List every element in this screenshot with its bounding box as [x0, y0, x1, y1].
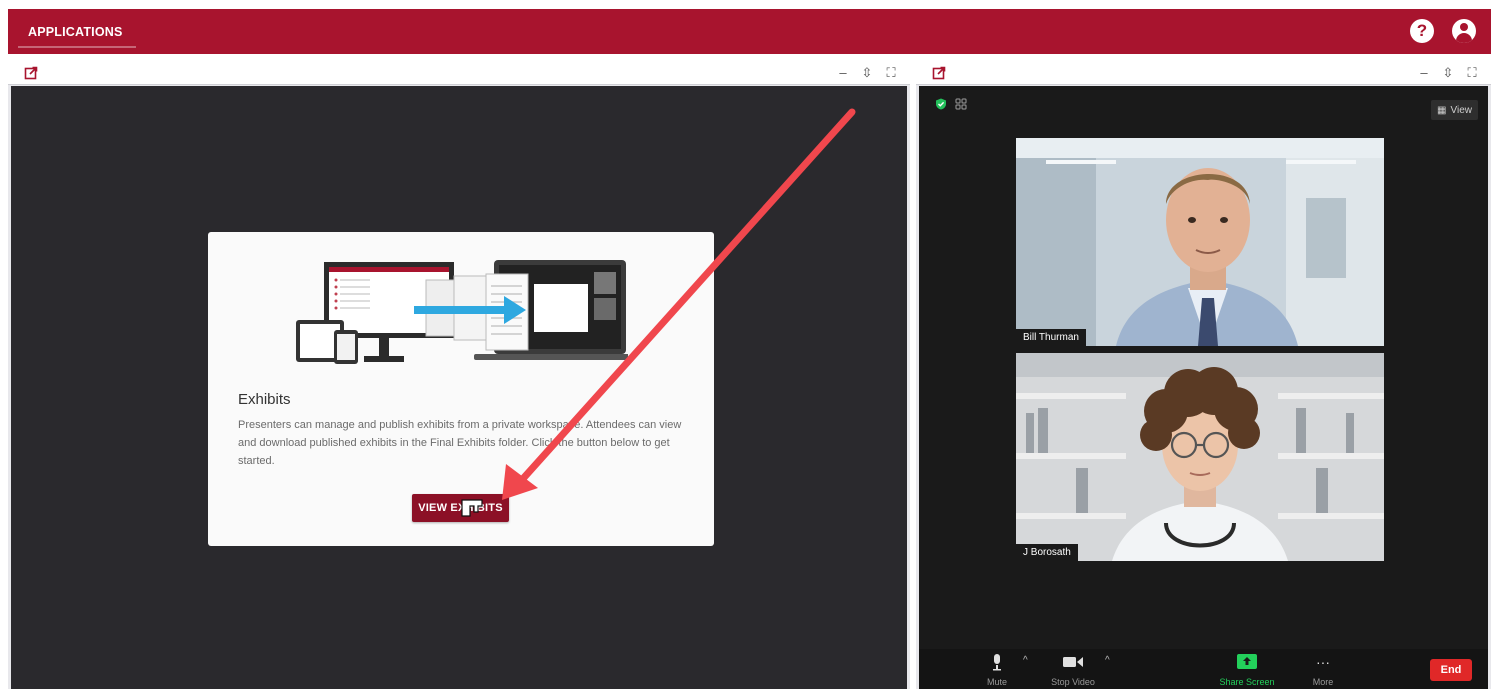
mute-button[interactable]: Mute: [967, 653, 1027, 687]
more-dots-icon: ···: [1316, 654, 1330, 670]
view-label: View: [1450, 104, 1473, 116]
share-screen-button[interactable]: Share Screen: [1217, 653, 1277, 687]
gallery-grid-icon: ▦: [1437, 104, 1447, 116]
gallery-view-button[interactable]: ▦ View: [1431, 100, 1478, 120]
meeting-panel: – ⇳ ⛶ ▦ View Bill Thurman J Borosath Mut…: [916, 61, 1491, 689]
video-tile[interactable]: J Borosath: [1016, 353, 1384, 561]
exhibits-panel: – ⇳ ⛶ Exhibits Presenters can manage and…: [8, 61, 910, 689]
exhibits-card: Exhibits Presenters can manage and publi…: [208, 232, 714, 546]
exhibits-illustration: [296, 260, 628, 364]
more-label: More: [1312, 677, 1334, 687]
panel-header: – ⇳ ⛶: [916, 61, 1491, 85]
grid-icon[interactable]: [955, 98, 967, 110]
share-screen-label: Share Screen: [1219, 677, 1275, 687]
shield-check-icon[interactable]: [935, 98, 947, 110]
more-button[interactable]: ··· More: [1293, 653, 1353, 687]
fullscreen-icon[interactable]: ⛶: [884, 65, 898, 81]
meeting-toolbar: Mute ^ Stop Video ^ Share Screen ··· Mor…: [919, 649, 1488, 689]
restore-icon[interactable]: ⇳: [860, 65, 874, 81]
exhibits-description: Presenters can manage and publish exhibi…: [238, 419, 682, 467]
app-header: APPLICATIONS ?: [0, 0, 1491, 56]
view-exhibits-button[interactable]: VIEW EXHIBITS: [412, 494, 509, 522]
chevron-up-icon[interactable]: ^: [1023, 655, 1028, 666]
account-icon[interactable]: [1452, 19, 1476, 43]
stop-video-button[interactable]: Stop Video: [1043, 653, 1103, 687]
participant-name: J Borosath: [1016, 544, 1078, 561]
exhibits-title: Exhibits: [238, 391, 291, 408]
exhibits-panel-body: Exhibits Presenters can manage and publi…: [11, 86, 907, 689]
fullscreen-icon[interactable]: ⛶: [1465, 65, 1479, 81]
help-icon[interactable]: ?: [1410, 19, 1434, 43]
chevron-up-icon[interactable]: ^: [1105, 655, 1110, 666]
video-camera-icon: [1063, 657, 1083, 667]
end-meeting-button[interactable]: End: [1430, 659, 1472, 681]
restore-icon[interactable]: ⇳: [1441, 65, 1455, 81]
participant-name: Bill Thurman: [1016, 329, 1086, 346]
video-tile[interactable]: Bill Thurman: [1016, 138, 1384, 346]
minimize-icon[interactable]: –: [836, 65, 850, 81]
mute-label: Mute: [986, 677, 1007, 687]
microphone-icon: [993, 654, 1001, 671]
panel-header: – ⇳ ⛶: [8, 61, 910, 85]
tab-active-indicator: [18, 46, 136, 48]
app-header-bar: APPLICATIONS ?: [8, 9, 1491, 54]
popout-icon[interactable]: [932, 66, 946, 80]
meeting-panel-body: ▦ View Bill Thurman J Borosath Mute ^ St…: [919, 86, 1488, 689]
share-screen-icon: [1237, 654, 1257, 669]
participant-video: [1016, 138, 1384, 346]
minimize-icon[interactable]: –: [1417, 65, 1431, 81]
popout-icon[interactable]: [24, 66, 38, 80]
stop-video-label: Stop Video: [1051, 677, 1095, 687]
participant-video: [1016, 353, 1384, 561]
